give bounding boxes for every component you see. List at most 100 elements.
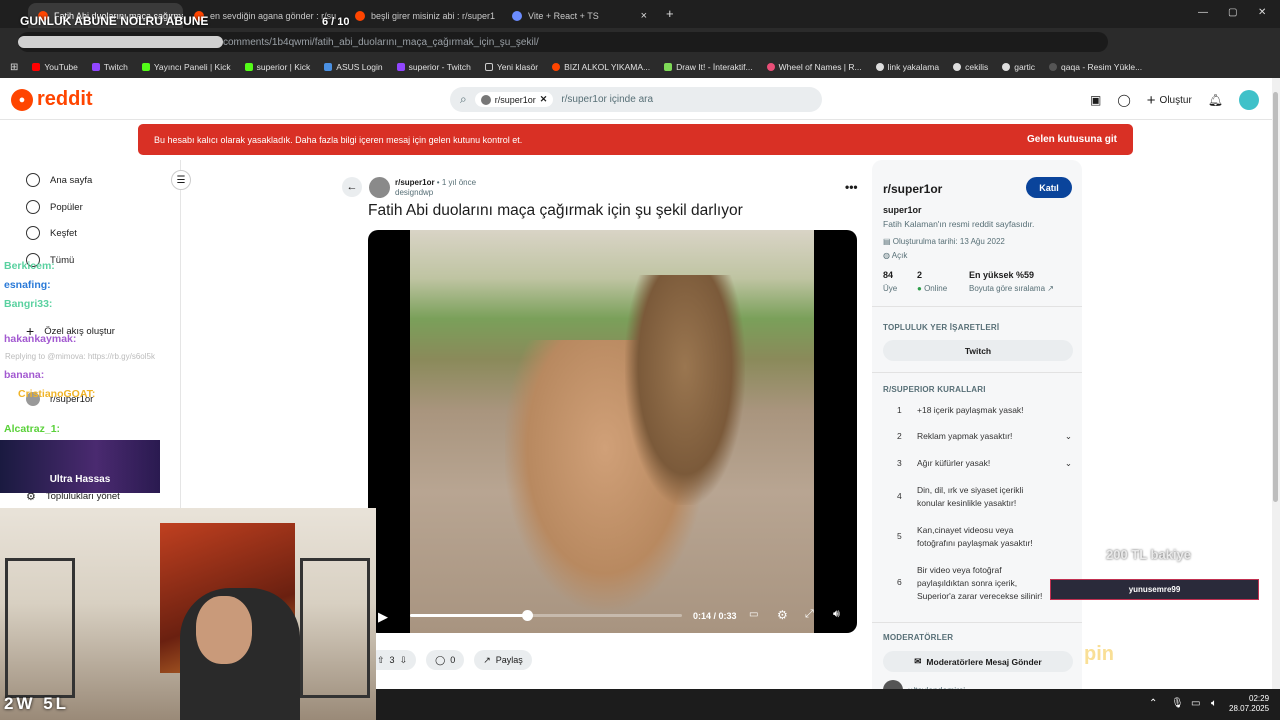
reddit-logo[interactable]: ● reddit [11, 88, 93, 111]
webcam-feed [0, 508, 376, 720]
members-count: 84 [883, 270, 894, 280]
bookmark-kick-panel[interactable]: Yayıncı Paneli | Kick [141, 62, 231, 72]
plus-icon: + [1146, 91, 1156, 109]
video-time: 0:14 / 0:33 [693, 611, 737, 621]
search-bar[interactable]: ⌕ r/super1or ✕ r/super1or içinde ara [450, 87, 822, 112]
mail-icon: ✉ [914, 656, 922, 666]
captions-icon[interactable]: ▭ [749, 609, 758, 620]
bookmark-drawit[interactable]: Draw It! - İnteraktif... [664, 62, 753, 72]
bookmark-superior-kick[interactable]: superior | Kick [244, 62, 310, 72]
rule-item[interactable]: 6 Bir video veya fotoğraf paylaşıldıktan … [897, 564, 1052, 603]
advertise-icon[interactable]: ▣ [1090, 93, 1101, 107]
play-icon[interactable]: ▶ [378, 609, 388, 625]
bookmark-qaqa[interactable]: qaqa - Resim Yükle... [1049, 62, 1142, 72]
twitch-bookmark-button[interactable]: Twitch [883, 340, 1073, 361]
chat-username: Alcatraz_1: [4, 423, 61, 435]
globe-icon [1002, 63, 1011, 71]
new-tab-button[interactable]: + [666, 6, 674, 21]
rule-item[interactable]: 2 Reklam yapmak yasaktır! ⌄ [897, 430, 1072, 443]
bookmark-link[interactable]: link yakalama [875, 62, 939, 72]
network-icon[interactable]: ▭ [1191, 698, 1200, 709]
wheel-icon [766, 63, 775, 71]
bookmark-youtube[interactable]: YouTube [32, 62, 78, 72]
post-title: Fatih Abi duolarını maça çağırmak için ş… [368, 202, 743, 219]
popular-icon [26, 200, 40, 214]
close-window-button[interactable]: ✕ [1258, 7, 1266, 18]
bookmark-folder[interactable]: Yeni klasör [484, 62, 538, 72]
address-redaction [18, 36, 223, 48]
clear-chip-icon[interactable]: ✕ [540, 94, 548, 105]
shelf-right [300, 558, 370, 698]
search-input[interactable]: r/super1or içinde ara [561, 94, 653, 105]
fullscreen-icon[interactable]: ⤢ [805, 608, 814, 621]
divider [872, 372, 1082, 373]
post-subreddit-link[interactable]: r/super1or [395, 178, 435, 187]
video-player[interactable]: ▶ 0:14 / 0:33 ▭ ⚙ ⤢ 🔊︎ [368, 230, 857, 633]
kick-icon [244, 63, 253, 71]
moderators-title: MODERATÖRLER [883, 633, 954, 642]
chevron-down-icon: ⌄ [1064, 431, 1072, 441]
maximize-button[interactable]: ▢ [1228, 7, 1237, 18]
comments-button[interactable]: ◯ 0 [426, 650, 465, 670]
apps-grid-icon[interactable]: ⊞ [10, 62, 18, 73]
close-tab-icon[interactable]: × [641, 10, 647, 22]
back-button[interactable]: ← [342, 177, 362, 197]
ban-banner: Bu hesabı kalıcı olarak yasakladık. Daha… [138, 124, 1133, 155]
collapse-sidebar-button[interactable]: ☰ [171, 170, 191, 190]
tray-chevron-icon[interactable]: ⌃ [1149, 698, 1157, 709]
chat-reply: Replying to @mimova: https://rb.gy/s6ol5… [5, 352, 155, 361]
bookmark-asus[interactable]: ASUS Login [324, 62, 383, 72]
message-mods-button[interactable]: ✉ Moderatörlere Mesaj Gönder [883, 651, 1073, 672]
notification-bell-icon[interactable]: 🔔︎ [1208, 93, 1223, 107]
shelf-left [5, 558, 75, 698]
join-button[interactable]: Katıl [1026, 177, 1072, 198]
chat-icon[interactable]: ◯ [1117, 93, 1130, 107]
post-author[interactable]: designdwp [395, 188, 433, 197]
rank-label[interactable]: Boyuta göre sıralama ↗ [969, 284, 1054, 293]
downvote-icon[interactable]: ⇩ [400, 655, 408, 666]
user-avatar[interactable] [1239, 90, 1260, 110]
rule-item[interactable]: 5 Kan,cinayet videosu veya fotoğrafını pa… [897, 524, 1045, 550]
share-button[interactable]: ↗ Paylaş [474, 650, 532, 670]
bookmarks-bar: ⊞ YouTube Twitch Yayıncı Paneli | Kick s… [0, 56, 1280, 78]
post-subreddit-avatar[interactable] [369, 177, 390, 198]
chat-username: CristianoGOAT: [18, 388, 96, 400]
inbox-link[interactable]: Gelen kutusuna git [1027, 134, 1117, 145]
rule-item[interactable]: 1 +18 içerik paylaşmak yasak! [897, 404, 1072, 417]
volume-icon[interactable]: 🔊︎ [833, 608, 840, 621]
hamburger-icon: ☰ [176, 174, 186, 186]
nav-popular[interactable]: Popüler [26, 200, 83, 214]
bookmark-superior-twitch[interactable]: superior - Twitch [396, 62, 471, 72]
post-more-icon[interactable]: ••• [845, 180, 858, 194]
subreddit-search-chip[interactable]: r/super1or ✕ [474, 92, 554, 107]
tab-label: Vite + React + TS [528, 10, 599, 21]
nav-explore[interactable]: Keşfet [26, 226, 77, 240]
ultra-overlay-banner: Ultra Hassas [0, 440, 160, 493]
share-icon: ↗ [483, 654, 491, 665]
sidebar-divider [180, 160, 181, 510]
reddit-alien-icon: ● [11, 88, 33, 111]
microphone-icon[interactable]: 🎙︎ [1171, 698, 1184, 709]
tab[interactable]: Vite + React + TS × [502, 3, 657, 28]
divider [872, 306, 1082, 307]
settings-gear-icon[interactable]: ⚙ [777, 608, 788, 622]
bookmark-wheel[interactable]: Wheel of Names | R... [766, 62, 862, 72]
search-icon: ⌕ [460, 92, 467, 106]
video-monkey-shape [625, 275, 745, 505]
bookmark-gartic[interactable]: gartic [1002, 62, 1035, 72]
speaker-icon[interactable]: 🔈︎ [1211, 698, 1217, 709]
nav-home[interactable]: Ana sayfa [26, 173, 92, 187]
vite-favicon-icon [512, 10, 522, 21]
clock[interactable]: 02:29 28.07.2025 [1229, 694, 1269, 714]
chat-username: esnafing: [4, 279, 51, 291]
scrollbar-thumb[interactable] [1273, 92, 1278, 502]
minimize-button[interactable]: — [1198, 7, 1208, 18]
tab[interactable]: beşli girer misiniz abi : r/super1 × [345, 3, 500, 28]
bookmark-cekilis[interactable]: cekilis [953, 62, 988, 72]
bookmark-alkol[interactable]: BIZI ALKOL YIKAMA... [552, 62, 650, 72]
create-button[interactable]: + Oluştur [1147, 92, 1192, 109]
bookmark-twitch[interactable]: Twitch [91, 62, 128, 72]
upvote-icon[interactable]: ⇧ [377, 655, 385, 666]
rule-item[interactable]: 4 Din, dil, ırk ve siyaset içerikli konul… [897, 484, 1042, 510]
rule-item[interactable]: 3 Ağır küfürler yasak! ⌄ [897, 457, 1072, 470]
